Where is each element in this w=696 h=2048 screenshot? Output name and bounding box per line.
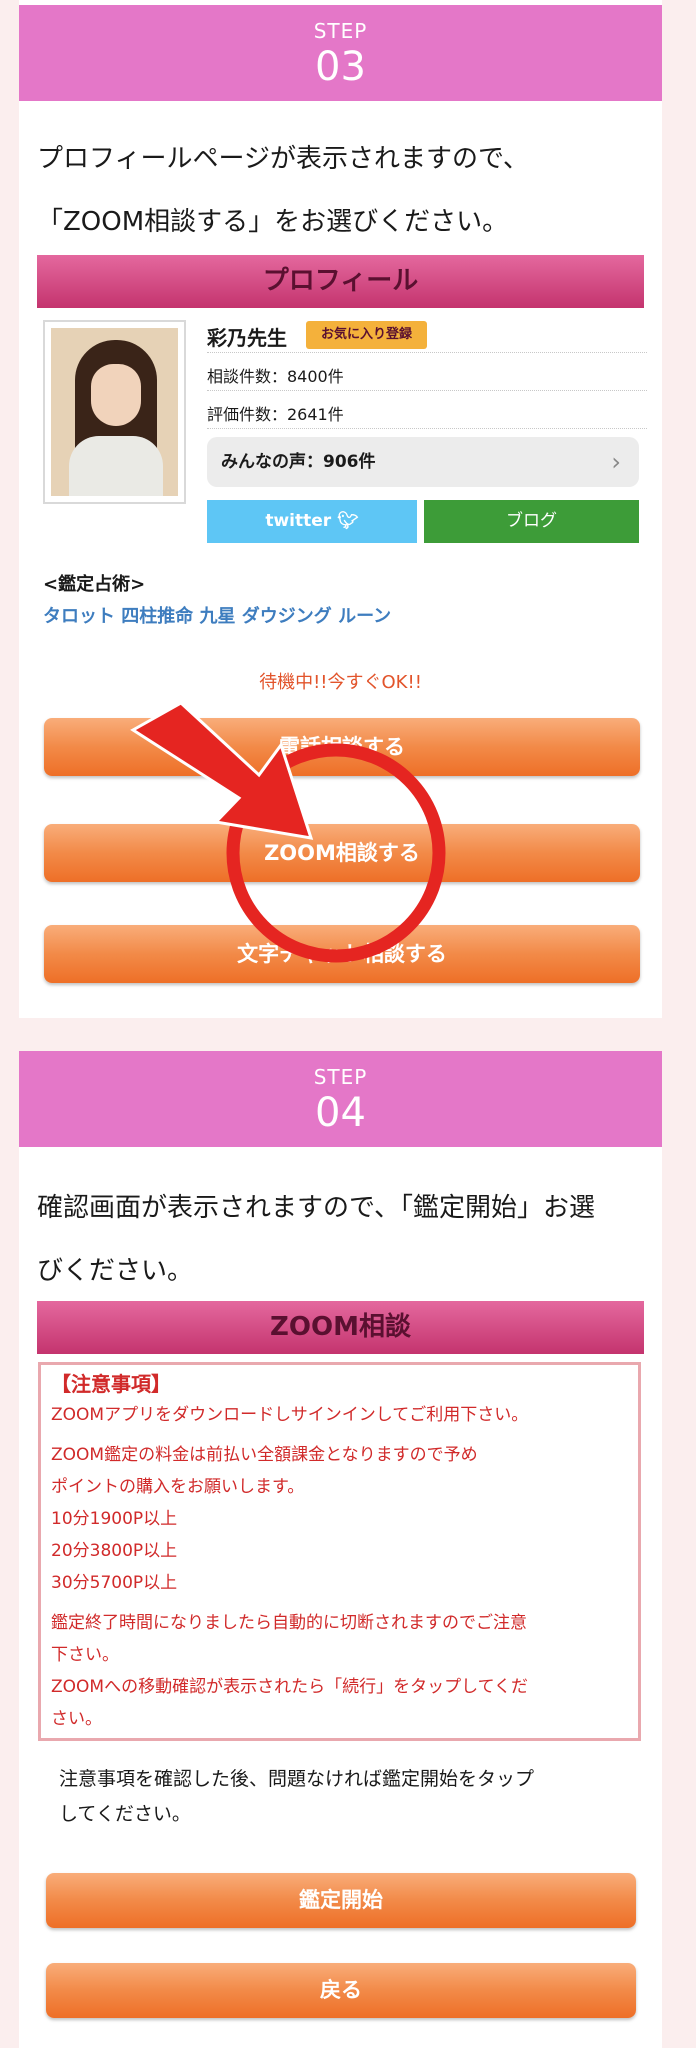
step-label: STEP xyxy=(313,1065,368,1089)
reviews-label: みんなの声：906件 xyxy=(221,452,376,472)
instruction-line: 「ZOOM相談する」をお選びください。 xyxy=(37,207,509,237)
start-reading-button[interactable]: 鑑定開始 xyxy=(46,1873,636,1928)
step-instruction: 確認画面が表示されますので、「鑑定開始」お選 びください。 xyxy=(37,1177,649,1303)
notice-box: 【注意事項】 ZOOMアプリをダウンロードしサインインしてご利用下さい。 ZOO… xyxy=(38,1362,641,1741)
step-header: STEP 03 xyxy=(19,5,662,101)
step-number: 04 xyxy=(315,1090,366,1136)
price-line: 30分5700P以上 xyxy=(51,1573,178,1593)
notice-line: 鑑定終了時間になりましたら自動的に切断されますのでご注意 xyxy=(51,1613,527,1633)
zoom-dialog-header: ZOOM相談 xyxy=(37,1301,644,1354)
notice-line: ZOOMアプリをダウンロードしサインインしてご利用下さい。 xyxy=(51,1405,529,1425)
instruction-line: 確認画面が表示されますので、「鑑定開始」お選 xyxy=(37,1193,595,1223)
chevron-right-icon: › xyxy=(611,448,621,476)
notice-line: ZOOMへの移動確認が表示されたら「続行」をタップしてくだ xyxy=(51,1677,529,1697)
chat-consult-button[interactable]: 文字チャット相談する xyxy=(44,925,640,983)
confirm-instruction: 注意事項を確認した後、問題なければ鑑定開始をタップ してください。 xyxy=(59,1762,639,1832)
reviews-link[interactable]: みんなの声：906件 › xyxy=(207,437,639,487)
divider xyxy=(207,352,647,353)
favorite-button[interactable]: お気に入り登録 xyxy=(306,321,427,349)
step-label: STEP xyxy=(313,19,368,43)
notice-line: ポイントの購入をお願いします。 xyxy=(51,1477,305,1497)
notice-title: 【注意事項】 xyxy=(51,1372,171,1396)
waiting-status: 待機中!!今すぐOK!! xyxy=(259,672,422,693)
price-line: 10分1900P以上 xyxy=(51,1509,178,1529)
price-line: 20分3800P以上 xyxy=(51,1541,178,1561)
twitter-bird-icon: 🐦︎ xyxy=(337,511,359,531)
notice-line: ZOOM鑑定の料金は前払い全額課金となりますので予め xyxy=(51,1445,478,1465)
methods-list: タロット 四柱推命 九星 ダウジング ルーン xyxy=(43,606,392,627)
instruction-line: プロフィールページが表示されますので、 xyxy=(37,144,529,174)
back-button[interactable]: 戻る xyxy=(46,1963,636,2018)
confirm-line: してください。 xyxy=(59,1803,191,1825)
step-03-card: STEP 03 プロフィールページが表示されますので、 「ZOOM相談する」をお… xyxy=(19,0,662,1018)
methods-heading: <鑑定占術> xyxy=(43,574,146,595)
fortune-teller-name: 彩乃先生 xyxy=(207,326,287,350)
twitter-label: twitter xyxy=(265,511,332,531)
zoom-consult-button[interactable]: ZOOM相談する xyxy=(44,824,640,882)
avatar xyxy=(51,328,178,496)
notice-line: さい。 xyxy=(51,1709,102,1729)
notice-line: 下さい。 xyxy=(51,1645,119,1665)
profile-header: プロフィール xyxy=(37,255,644,308)
phone-consult-button[interactable]: 電話相談する xyxy=(44,718,640,776)
review-count: 評価件数：2641件 xyxy=(207,405,344,424)
twitter-button[interactable]: twitter 🐦︎ xyxy=(207,500,417,543)
step-header: STEP 04 xyxy=(19,1051,662,1147)
divider xyxy=(207,390,647,391)
blog-button[interactable]: ブログ xyxy=(424,500,639,543)
consult-count: 相談件数：8400件 xyxy=(207,367,344,386)
step-number: 03 xyxy=(315,44,366,90)
divider xyxy=(207,428,647,429)
step-instruction: プロフィールページが表示されますので、 「ZOOM相談する」をお選びください。 xyxy=(37,128,649,254)
instruction-line: びください。 xyxy=(37,1256,194,1286)
confirm-line: 注意事項を確認した後、問題なければ鑑定開始をタップ xyxy=(59,1768,535,1790)
step-04-card: STEP 04 確認画面が表示されますので、「鑑定開始」お選 びください。 ZO… xyxy=(19,1051,662,2048)
profile-photo xyxy=(43,320,186,504)
